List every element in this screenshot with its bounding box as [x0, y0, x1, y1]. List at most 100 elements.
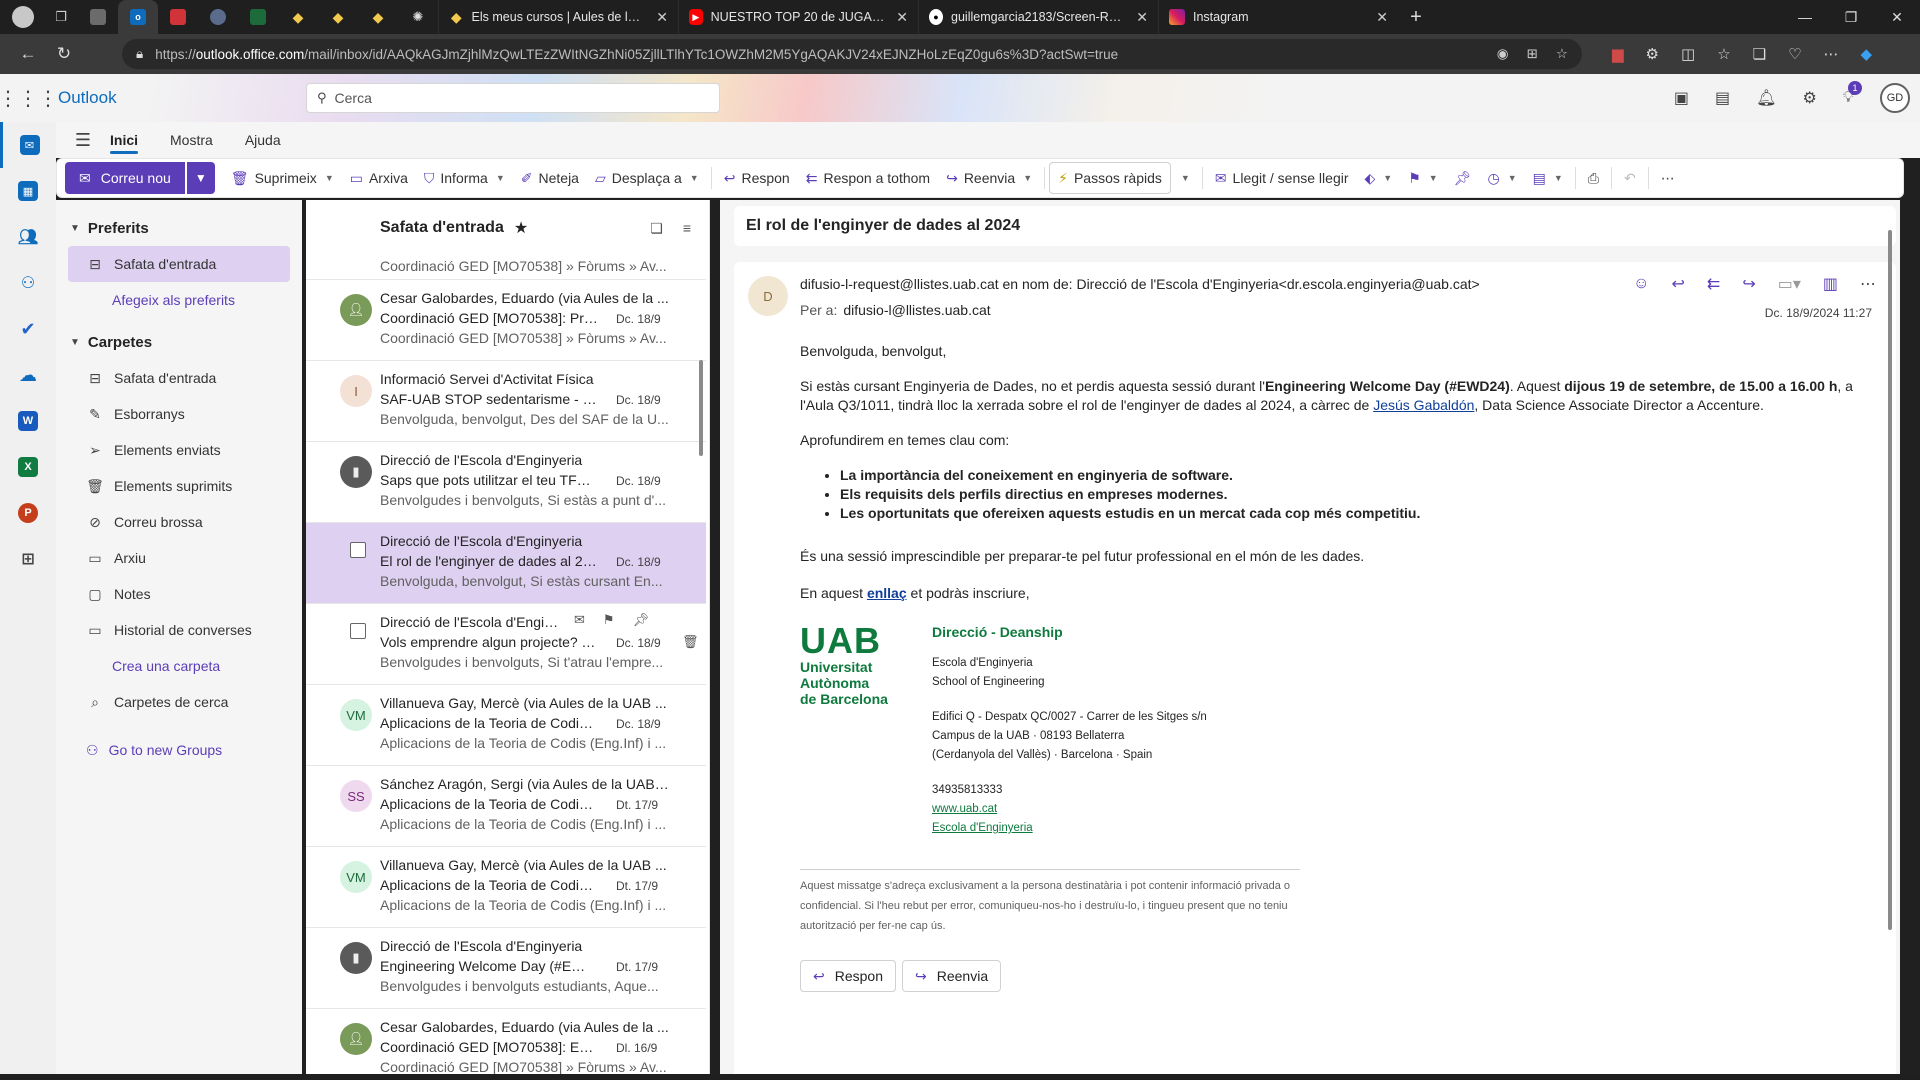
rail-onedrive[interactable]: ☁: [0, 352, 56, 398]
new-tab-button[interactable]: +: [1398, 6, 1434, 29]
apps-icon[interactable]: ▭▾: [1778, 274, 1801, 294]
mark-read-icon[interactable]: ✉: [574, 612, 585, 628]
close-icon[interactable]: ✕: [1376, 9, 1388, 26]
pinned-tab-outlook[interactable]: o: [118, 0, 158, 34]
emoji-icon[interactable]: ☺: [1633, 275, 1649, 293]
folder-conversation-history[interactable]: ▭ Historial de converses: [68, 612, 290, 648]
rail-people[interactable]: 👥︎: [0, 214, 56, 260]
list-item[interactable]: ▮ Direcció de l'Escola d'Enginyeria Engi…: [306, 928, 706, 1009]
school-link[interactable]: Escola d'Enginyeria: [932, 822, 1033, 834]
quick-steps-button[interactable]: ⚡︎ Passos ràpids: [1049, 162, 1171, 194]
close-icon[interactable]: ✕: [1136, 9, 1148, 26]
bell-icon[interactable]: 🔔︎: [1756, 88, 1776, 108]
go-to-groups-link[interactable]: ⚇ Go to new Groups: [56, 732, 302, 768]
pinned-tab[interactable]: ◆: [318, 0, 358, 34]
message-list-scroll[interactable]: Coordinació GED [MO70538] » Fòrums » Av.…: [306, 256, 706, 1080]
hamburger-icon[interactable]: ☰: [56, 130, 110, 151]
pinned-tab[interactable]: [78, 0, 118, 34]
speaker-link[interactable]: Jesús Gabaldón: [1373, 397, 1474, 413]
extension-flag-icon[interactable]: ▆: [1612, 45, 1624, 63]
more-options-icon[interactable]: ⋯: [1824, 45, 1839, 63]
email-to[interactable]: difusio-l@llistes.uab.cat: [843, 302, 990, 318]
list-item[interactable]: VM Villanueva Gay, Mercè (via Aules de l…: [306, 685, 706, 766]
rail-powerpoint[interactable]: P: [0, 490, 56, 536]
forward-button[interactable]: ↪ Reenvia: [902, 960, 1002, 992]
flag-icon[interactable]: ⚑: [603, 612, 615, 628]
close-icon[interactable]: ✕: [656, 9, 668, 26]
pinned-tab[interactable]: [198, 0, 238, 34]
folder-sent[interactable]: ➢ Elements enviats: [68, 432, 290, 468]
folder-notes[interactable]: ▢ Notes: [68, 576, 290, 612]
outlook-brand[interactable]: Outlook: [56, 88, 306, 108]
folder-inbox[interactable]: ⊟ Safata d'entrada: [68, 360, 290, 396]
favorite-inbox[interactable]: ⊟ Safata d'entrada: [68, 246, 290, 282]
list-item[interactable]: 👤︎ Cesar Galobardes, Eduardo (via Aules …: [306, 280, 706, 361]
chevron-down-icon[interactable]: ▼: [186, 162, 215, 194]
immersive-reader-icon[interactable]: ▥: [1823, 274, 1838, 294]
workspaces-icon[interactable]: ❐: [44, 0, 78, 34]
split-screen-icon[interactable]: ◫: [1681, 45, 1695, 63]
message-list-scrollbar[interactable]: [699, 360, 703, 456]
trash-icon[interactable]: 🗑︎: [682, 634, 699, 650]
reply-icon[interactable]: ↩: [1672, 274, 1685, 294]
flag-button[interactable]: ⚑ ▼: [1400, 162, 1445, 194]
sender-avatar[interactable]: D: [748, 276, 788, 316]
list-item[interactable]: ▮ Direcció de l'Escola d'Enginyeria Saps…: [306, 442, 706, 523]
forward-button[interactable]: ↪ Reenvia ▼: [938, 162, 1040, 194]
delete-button[interactable]: 🗑︎ Suprimeix ▼: [223, 162, 342, 194]
move-to-button[interactable]: ▱ Desplaça a ▼: [587, 162, 707, 194]
list-item[interactable]: Coordinació GED [MO70538] » Fòrums » Av.…: [306, 256, 706, 280]
chevron-down-icon[interactable]: ▼: [1429, 173, 1438, 183]
list-item[interactable]: SS Sánchez Aragón, Sergi (via Aules de l…: [306, 766, 706, 847]
add-favorite-link[interactable]: Afegeix als preferits: [56, 282, 302, 318]
rail-calendar[interactable]: ▦: [0, 168, 56, 214]
list-item-selected[interactable]: Direcció de l'Escola d'Enginyeria El rol…: [306, 523, 706, 604]
minimize-icon[interactable]: —: [1782, 0, 1828, 34]
folder-archive[interactable]: ▭ Arxiu: [68, 540, 290, 576]
my-day-icon[interactable]: ▤: [1715, 88, 1730, 108]
folder-deleted[interactable]: 🗑︎ Elements suprimits: [68, 468, 290, 504]
star-icon[interactable]: ★: [514, 218, 528, 238]
reply-button[interactable]: ↩ Respon: [716, 162, 798, 194]
select-checkbox[interactable]: [350, 542, 366, 558]
chevron-down-icon[interactable]: ▼: [1554, 173, 1563, 183]
undo-button[interactable]: ↶: [1616, 162, 1644, 194]
list-item[interactable]: Direcció de l'Escola d'Engin... ✉ ⚑ 📌︎ V…: [306, 604, 706, 685]
more-actions-button[interactable]: ⋯: [1653, 162, 1683, 194]
forward-icon[interactable]: ↪: [1742, 274, 1755, 294]
new-mail-button[interactable]: ✉ Correu nou: [65, 162, 185, 194]
avatar[interactable]: GD: [1880, 83, 1910, 113]
browser-tab[interactable]: Instagram ✕: [1158, 0, 1398, 34]
folder-search-folders[interactable]: ⌕ Carpetes de cerca: [68, 684, 290, 720]
select-icon[interactable]: ❏: [650, 220, 663, 237]
snooze-button[interactable]: ◷ ▼: [1479, 162, 1524, 194]
teams-icon[interactable]: ▣: [1674, 88, 1689, 108]
rail-word[interactable]: W: [0, 398, 56, 444]
restore-icon[interactable]: ❐: [1828, 0, 1874, 34]
archive-button[interactable]: ▭ Arxiva: [342, 162, 416, 194]
quick-steps-dropdown[interactable]: ▼: [1171, 162, 1198, 194]
pinned-tab[interactable]: [158, 0, 198, 34]
report-button[interactable]: ⛉ Informa ▼: [416, 162, 513, 194]
rail-todo[interactable]: ✔: [0, 306, 56, 352]
browser-tab[interactable]: ▶ NUESTRO TOP 20 de JUGADORES ✕: [678, 0, 918, 34]
pinned-tab[interactable]: ✺: [398, 0, 438, 34]
pin-button[interactable]: 📌︎: [1446, 162, 1480, 194]
chevron-down-icon[interactable]: ▼: [496, 173, 505, 183]
folder-junk[interactable]: ⊘ Correu brossa: [68, 504, 290, 540]
list-item[interactable]: I Informació Servei d'Activitat Física S…: [306, 361, 706, 442]
print-button[interactable]: ⎙: [1580, 162, 1607, 194]
browser-essentials-icon[interactable]: ♡: [1788, 45, 1801, 63]
tab-view[interactable]: Mostra: [170, 122, 229, 158]
favorites-icon[interactable]: ☆: [1717, 45, 1730, 63]
rail-mail[interactable]: ✉: [0, 122, 56, 168]
list-item[interactable]: 👤︎ Cesar Galobardes, Eduardo (via Aules …: [306, 1009, 706, 1080]
reply-all-button[interactable]: ⇇ Respon a tothom: [798, 162, 938, 194]
list-item[interactable]: VM Villanueva Gay, Mercè (via Aules de l…: [306, 847, 706, 928]
reply-button[interactable]: ↩ Respon: [800, 960, 896, 992]
reading-pane-scrollbar[interactable]: [1888, 230, 1892, 930]
sweep-button[interactable]: ✐ Neteja: [513, 162, 587, 194]
chevron-down-icon[interactable]: ▼: [690, 173, 699, 183]
create-folder-link[interactable]: Crea una carpeta: [56, 648, 302, 684]
rail-excel[interactable]: X: [0, 444, 56, 490]
